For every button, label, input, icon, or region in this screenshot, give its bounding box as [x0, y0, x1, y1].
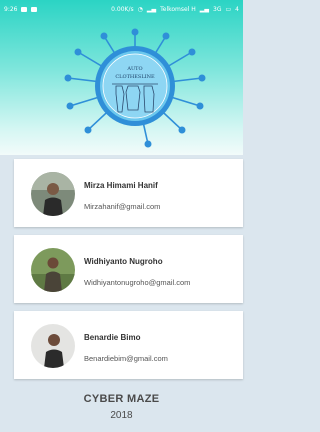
app-logo: AUTO CLOTHESLINE	[64, 28, 206, 148]
footer-year: 2018	[110, 410, 133, 421]
app-notification-icon	[31, 6, 38, 12]
member-name: Benardie Bimo	[84, 333, 141, 342]
notification-icon	[21, 6, 28, 12]
signal-icon-2: ▂▄	[199, 5, 210, 13]
member-card[interactable]: Benardie Bimo Benardiebim@gmail.com	[14, 311, 243, 379]
hero-header: 9:26 0.00K/s ◔ ▂▄ Telkomsel H ▂▄ 3G ▭ 4	[0, 0, 243, 155]
wifi-icon: ◔	[137, 5, 143, 13]
status-bar: 9:26 0.00K/s ◔ ▂▄ Telkomsel H ▂▄ 3G ▭ 4	[0, 0, 243, 18]
member-email: Mirzahanif@gmail.com	[84, 202, 161, 211]
battery-icon: ▭	[225, 5, 232, 13]
team-name: CYBER MAZE	[83, 393, 160, 405]
member-email: Widhiyantonugroho@gmail.com	[84, 278, 191, 287]
logo-title-line1: AUTO	[126, 66, 142, 72]
network-speed: 0.00K/s	[111, 5, 134, 13]
carrier-name: Telkomsel H	[160, 5, 196, 13]
logo-title-line2: CLOTHESLINE	[115, 74, 155, 80]
member-card[interactable]: Widhiyanto Nugroho Widhiyantonugroho@gma…	[14, 235, 243, 303]
battery-level: 4	[235, 5, 239, 13]
avatar	[31, 248, 75, 292]
status-time: 9:26	[4, 5, 18, 13]
member-name: Mirza Himami Hanif	[84, 181, 158, 190]
avatar	[31, 172, 75, 216]
team-member-list: Mirza Himami Hanif Mirzahanif@gmail.com …	[0, 155, 243, 385]
member-email: Benardiebim@gmail.com	[84, 354, 168, 363]
member-name: Widhiyanto Nugroho	[84, 257, 163, 266]
signal-icon: ▂▄	[146, 5, 157, 13]
network-type: 3G	[213, 5, 222, 13]
footer: CYBER MAZE 2018	[0, 385, 243, 432]
member-card[interactable]: Mirza Himami Hanif Mirzahanif@gmail.com	[14, 159, 243, 227]
avatar	[31, 324, 75, 368]
